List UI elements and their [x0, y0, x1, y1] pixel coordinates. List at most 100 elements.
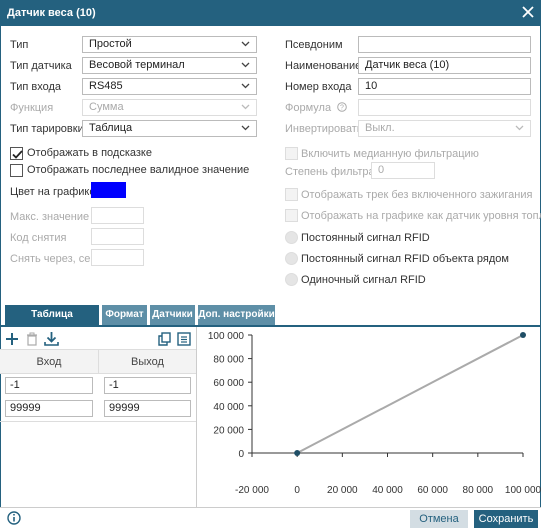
y-tick-label: 80 000	[213, 355, 244, 366]
fuel-level-graph-label: Отображать на графике как датчик уровня …	[301, 210, 541, 222]
list-icon[interactable]	[177, 332, 191, 346]
x-tick-label: 80 000	[463, 485, 494, 496]
save-button[interactable]: Сохранить	[474, 510, 538, 528]
name-label: Наименование	[285, 60, 362, 72]
sensor-type-select-value: Весовой терминал	[89, 59, 185, 71]
rfid-constant-near-radio[interactable]	[285, 252, 298, 265]
name-input[interactable]: Датчик веса (10)	[358, 57, 531, 74]
rfid-single-radio[interactable]	[285, 273, 298, 286]
input-type-select[interactable]: RS485	[82, 78, 257, 95]
y-tick-label: 40 000	[213, 402, 244, 413]
show-in-tooltip-checkbox[interactable]	[10, 147, 23, 160]
y-tick-label: 60 000	[213, 378, 244, 389]
add-icon[interactable]	[5, 332, 19, 346]
x-tick-label: 60 000	[417, 485, 448, 496]
calibration-type-select[interactable]: Таблица	[82, 120, 257, 137]
x-tick-label: -20 000	[235, 485, 269, 496]
delete-icon[interactable]	[26, 332, 38, 346]
help-icon[interactable]: ?	[337, 102, 347, 112]
download-icon[interactable]	[44, 331, 59, 346]
show-last-valid-label: Отображать последнее валидное значение	[27, 164, 250, 176]
checkmark-icon	[12, 150, 23, 159]
graph-color-label: Цвет на графике	[10, 186, 96, 198]
alias-label: Псевдоним	[285, 39, 343, 51]
window-title: Датчик веса (10)	[7, 7, 96, 19]
max-value-label: Макс. значение	[10, 211, 90, 223]
track-without-ignition-label: Отображать трек без включенного зажигани…	[301, 189, 533, 201]
type-select-value: Простой	[89, 38, 132, 50]
invert-label: Инвертировать	[285, 123, 363, 135]
type-select[interactable]: Простой	[82, 36, 257, 53]
input-type-label: Тип входа	[10, 81, 62, 93]
graph-color-swatch[interactable]	[91, 182, 126, 198]
svg-text:?: ?	[340, 105, 344, 112]
series-line	[296, 334, 524, 454]
invert-select-value: Выкл.	[365, 122, 395, 134]
window-titlebar: Датчик веса (10)	[0, 0, 541, 26]
close-icon[interactable]	[521, 5, 535, 19]
tab-extra-settings[interactable]: Доп. настройки	[198, 305, 275, 325]
chevron-down-icon	[515, 125, 524, 131]
sensor-type-label: Тип датчика	[10, 60, 72, 72]
y-tick-label: 0	[238, 449, 244, 460]
filter-degree-input: 0	[371, 162, 435, 179]
data-point	[519, 332, 526, 339]
table-row-divider	[0, 421, 196, 422]
chevron-down-icon	[241, 62, 250, 68]
snapshot-code-label: Код снятия	[10, 232, 67, 244]
rfid-single-label: Одиночный сигнал RFID	[301, 274, 426, 286]
function-select-value: Сумма	[89, 101, 124, 113]
function-label: Функция	[10, 102, 54, 114]
input-type-select-value: RS485	[89, 80, 123, 92]
input-number-label: Номер входа	[285, 81, 352, 93]
y-tick-label: 100 000	[208, 331, 245, 342]
table-cell[interactable]: -1	[104, 377, 191, 394]
rfid-constant-label: Постоянный сигнал RFID	[301, 232, 430, 244]
tab-sensors[interactable]: Датчики	[150, 305, 195, 325]
chevron-down-icon	[241, 104, 250, 110]
calibration-type-select-value: Таблица	[89, 122, 133, 134]
column-header-input: Вход	[0, 349, 98, 374]
column-header-output: Выход	[98, 349, 196, 374]
fuel-level-graph-checkbox	[285, 209, 298, 222]
x-tick-label: 0	[294, 485, 300, 496]
chevron-down-icon	[241, 83, 250, 89]
chevron-down-icon	[241, 41, 250, 47]
formula-input	[358, 99, 531, 116]
chevron-down-icon	[241, 125, 250, 131]
sensor-type-select[interactable]: Весовой терминал	[82, 57, 257, 74]
show-in-tooltip-label: Отображать в подсказке	[27, 147, 152, 159]
table-cell[interactable]: 99999	[5, 400, 93, 417]
show-last-valid-checkbox[interactable]	[10, 164, 23, 177]
function-select: Сумма	[82, 99, 257, 116]
rfid-constant-radio[interactable]	[285, 231, 298, 244]
snapshot-after-label: Снять через, сек	[10, 253, 96, 265]
rfid-constant-near-label: Постоянный сигнал RFID объекта рядом	[301, 253, 509, 265]
data-point	[294, 450, 301, 457]
tab-format[interactable]: Формат	[102, 305, 147, 325]
copy-icon[interactable]	[158, 332, 171, 346]
median-filter-checkbox	[285, 147, 298, 160]
formula-label: Формула ?	[285, 102, 347, 114]
snapshot-after-input	[91, 249, 144, 266]
max-value-input	[91, 207, 144, 224]
alias-input[interactable]	[358, 36, 531, 53]
info-icon[interactable]	[7, 511, 21, 525]
tab-calibration-table[interactable]: Таблица тарировки	[5, 305, 99, 340]
type-label: Тип	[10, 39, 29, 51]
invert-select: Выкл.	[358, 120, 531, 137]
x-tick-label: 20 000	[327, 485, 358, 496]
x-tick-label: 100 000	[505, 485, 541, 496]
calibration-chart: 0 20 000 40 000 60 000 80 000 100 000 -20 000 0…	[208, 331, 541, 496]
median-filter-label: Включить медианную фильтрацию	[301, 148, 479, 160]
snapshot-code-input	[91, 228, 144, 245]
table-cell[interactable]: -1	[5, 377, 93, 394]
track-without-ignition-checkbox	[285, 188, 298, 201]
calibration-type-label: Тип тарировки	[10, 123, 84, 135]
y-tick-label: 20 000	[213, 425, 244, 436]
x-tick-label: 40 000	[372, 485, 403, 496]
table-cell[interactable]: 99999	[104, 400, 191, 417]
formula-label-text: Формула	[285, 102, 332, 114]
input-number-input[interactable]: 10	[358, 78, 531, 95]
cancel-button[interactable]: Отмена	[410, 510, 468, 528]
